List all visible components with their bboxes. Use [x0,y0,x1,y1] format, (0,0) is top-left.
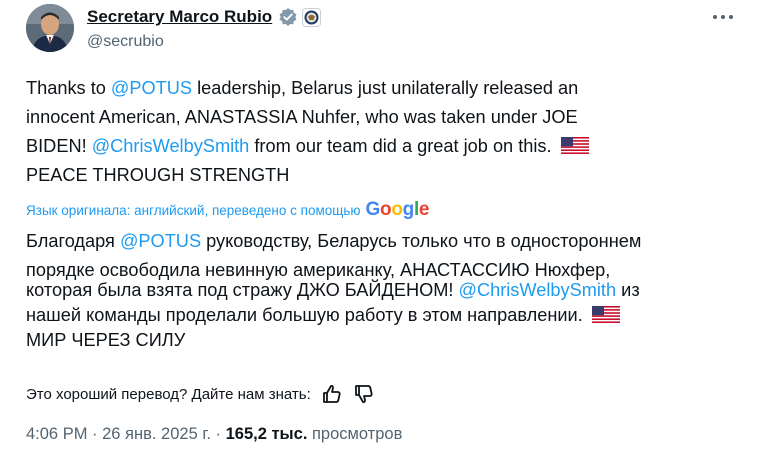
tweet-text-line: BIDEN! @ChrisWelbySmith from our team di… [26,132,589,161]
google-logo: Google [365,199,430,220]
us-flag-icon [560,134,589,154]
author-handle[interactable]: @secrubio [87,33,164,51]
mention-link[interactable]: @POTUS [120,231,201,251]
tweet-text-line: innocent American, ANASTASSIA Nuhfer, wh… [26,107,578,127]
tweet-text-line: Thanks to @POTUS leadership, Belarus jus… [26,78,579,98]
translation-feedback: Это хороший перевод? Дайте нам знать: [26,382,375,406]
mention-link[interactable]: @ChrisWelbySmith [459,280,617,300]
more-icon[interactable] [711,9,735,25]
views-label: просмотров [307,425,403,443]
tweet-meta: 4:06 PM · 26 янв. 2025 г. · 165,2 тыс. п… [26,425,403,443]
translation-note[interactable]: Язык оригинала: английский, переведено с… [26,198,430,222]
tweet-text-line: PEACE THROUGH STRENGTH [26,165,290,185]
thumbs-down-icon[interactable] [353,383,375,405]
translated-text-line: МИР ЧЕРЕЗ СИЛУ [26,330,186,350]
mention-link[interactable]: @ChrisWelbySmith [92,136,250,156]
thumbs-up-icon[interactable] [321,383,343,405]
government-seal-icon [302,7,322,27]
avatar[interactable] [26,4,74,52]
verified-badge-icon [278,7,298,27]
tweet-date[interactable]: 26 янв. 2025 г. [102,425,211,443]
tweet-time[interactable]: 4:06 PM [26,425,87,443]
mention-link[interactable]: @POTUS [111,78,192,98]
author-name[interactable]: Secretary Marco Rubio [87,7,272,27]
us-flag-icon [591,303,620,323]
translated-text-line: Благодаря @POTUS руководству, Беларусь т… [26,231,642,251]
views-count: 165,2 тыс. [225,425,308,443]
